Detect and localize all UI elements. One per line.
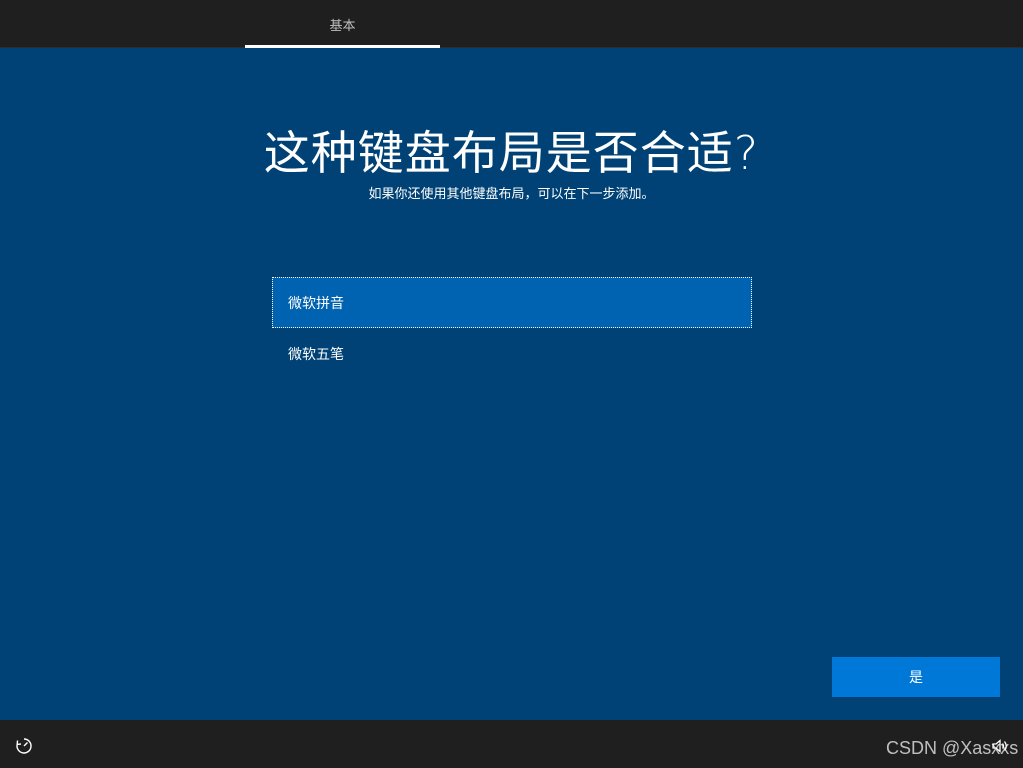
tab-basics-label: 基本 — [329, 18, 356, 34]
ease-of-access-icon[interactable] — [14, 736, 34, 756]
oobe-screen: 基本 这种键盘布局是否合适? 如果你还使用其他键盘布局，可以在下一步添加。 微软… — [0, 0, 1023, 768]
page-title: 这种键盘布局是否合适? — [263, 126, 760, 180]
active-tab-indicator — [245, 45, 440, 48]
top-bar: 基本 — [0, 0, 1023, 48]
layout-option-label: 微软五笔 — [288, 346, 344, 363]
volume-icon[interactable] — [990, 736, 1010, 756]
layout-option-microsoft-wubi[interactable]: 微软五笔 — [272, 328, 752, 379]
yes-button[interactable]: 是 — [832, 657, 1000, 697]
layout-option-microsoft-pinyin[interactable]: 微软拼音 — [272, 277, 752, 328]
tab-basics[interactable]: 基本 — [245, 0, 440, 48]
layout-option-label: 微软拼音 — [288, 295, 344, 312]
keyboard-layout-list: 微软拼音 微软五笔 — [272, 277, 752, 379]
page-subtitle: 如果你还使用其他键盘布局，可以在下一步添加。 — [368, 187, 655, 202]
bottom-bar — [0, 720, 1023, 768]
yes-button-label: 是 — [909, 670, 923, 686]
